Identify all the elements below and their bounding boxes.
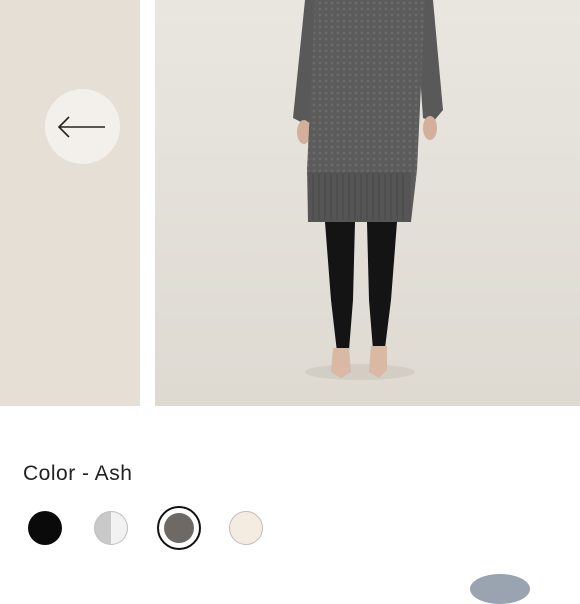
previous-image-button[interactable] (45, 89, 120, 164)
swatch-ash[interactable] (157, 506, 201, 550)
color-label: Color - Ash (23, 462, 133, 485)
swatch-ash-fill (164, 513, 194, 543)
model-photo (155, 0, 580, 406)
swatch-gray-split[interactable] (94, 511, 128, 545)
arrow-left-icon (57, 116, 105, 138)
gallery-divider (140, 0, 155, 406)
previous-product-image[interactable] (0, 0, 140, 406)
swatch-black[interactable] (28, 511, 62, 545)
main-product-image[interactable] (155, 0, 580, 406)
swatch-cream[interactable] (229, 511, 263, 545)
chat-button[interactable] (470, 574, 530, 604)
product-gallery (0, 0, 580, 406)
